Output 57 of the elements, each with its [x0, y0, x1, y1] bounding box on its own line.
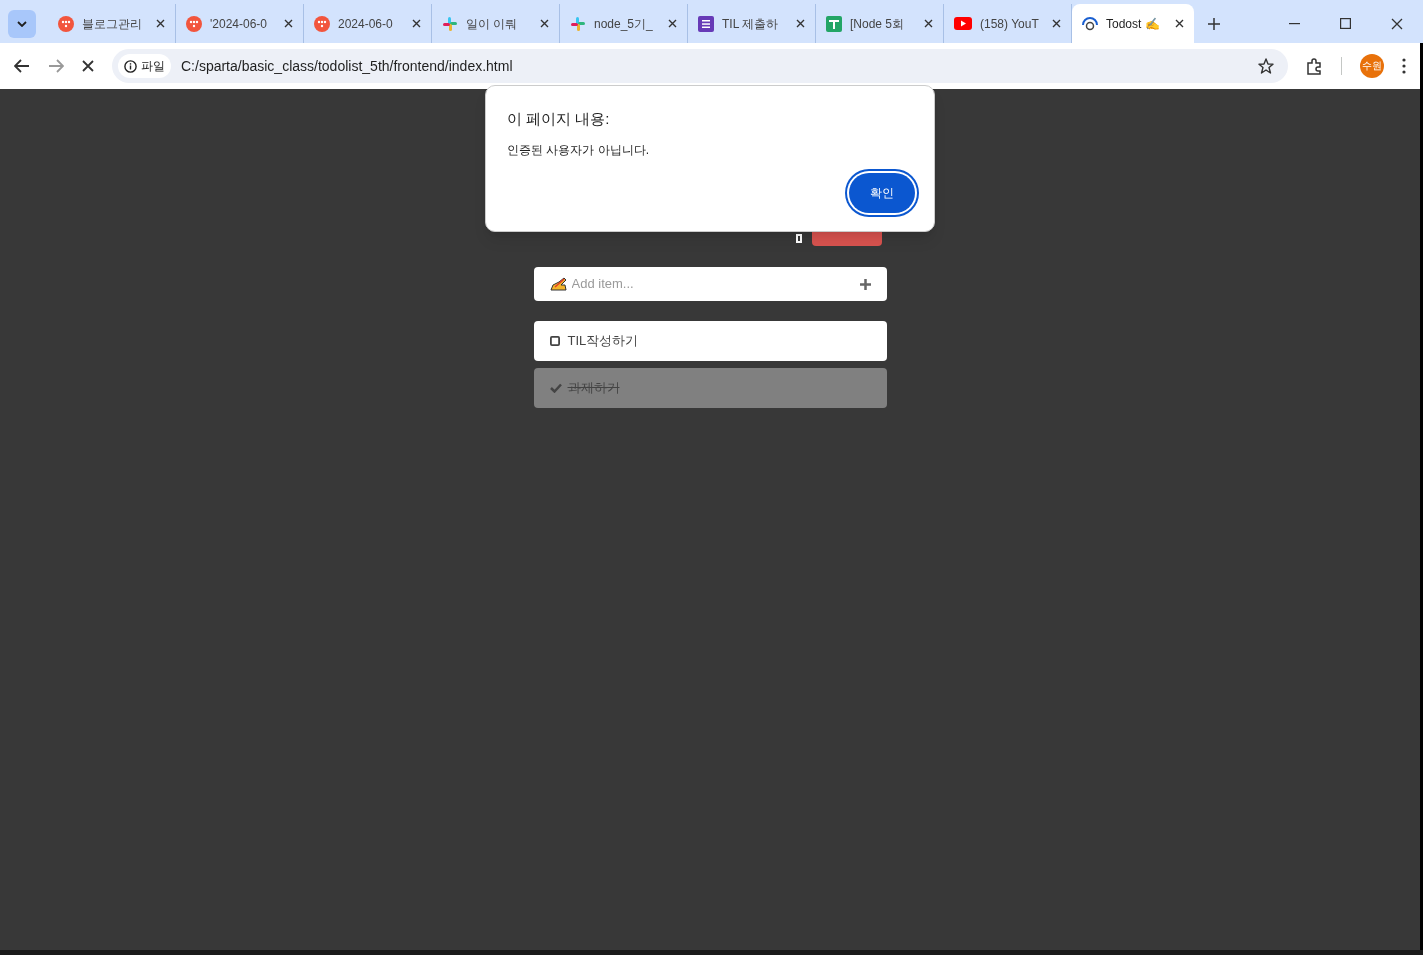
- eye-icon: [1082, 15, 1098, 32]
- site-icon: [58, 15, 74, 32]
- dialog-title: 이 페이지 내용:: [507, 109, 611, 129]
- scheme-label: 파일: [141, 58, 165, 75]
- star-icon[interactable]: [1258, 58, 1274, 74]
- stop-icon[interactable]: [82, 60, 94, 72]
- tab-title: '2024-06-0: [210, 15, 268, 33]
- forward-arrow-icon[interactable]: [48, 59, 64, 73]
- hash-logo-icon: [442, 15, 458, 32]
- chevron-down-icon: [17, 20, 27, 27]
- site-icon: [314, 15, 330, 32]
- list-icon: [698, 15, 714, 32]
- tab-title: 일이 이뤄: [466, 15, 519, 33]
- tab-title: 블로그관리: [82, 15, 143, 33]
- minimize-icon[interactable]: [1289, 22, 1300, 25]
- small-icon: [795, 234, 802, 243]
- tab-title: (158) YouT: [980, 15, 1040, 33]
- tab-title: [Node 5회: [850, 15, 906, 33]
- add-item-field[interactable]: Add item...: [533, 267, 887, 301]
- maximize-icon[interactable]: [1340, 18, 1351, 29]
- tab-title: Todost ✍: [1106, 15, 1161, 33]
- tab-title: TIL 제출하: [722, 15, 780, 33]
- site-icon: [186, 15, 202, 32]
- todo-item[interactable]: TIL작성하기: [533, 321, 887, 361]
- close-icon[interactable]: [1391, 17, 1403, 30]
- play-icon: [954, 17, 972, 30]
- dialog-message: 인증된 사용자가 아닙니다.: [507, 141, 650, 159]
- checkbox-icon[interactable]: [549, 336, 560, 346]
- site-info-chip[interactable]: 파일: [118, 54, 171, 78]
- tab-title: node_5기_: [594, 15, 654, 33]
- close-icon[interactable]: [796, 19, 805, 28]
- close-icon[interactable]: [668, 19, 677, 28]
- puzzle-icon[interactable]: [1306, 57, 1323, 75]
- tab-title: 2024-06-0: [338, 15, 394, 33]
- close-icon[interactable]: [540, 19, 549, 28]
- new-tab-icon[interactable]: [1208, 17, 1220, 30]
- todo-text: TIL작성하기: [567, 332, 639, 351]
- address-bar[interactable]: 파일 C:/sparta/basic_class/todolist_5th/frontend/index.html: [112, 49, 1288, 83]
- close-icon[interactable]: [1052, 19, 1061, 28]
- browser-tab[interactable]: Todost ✍: [1072, 4, 1194, 43]
- hash-logo-icon: [570, 15, 586, 32]
- writing-hand-icon: [549, 277, 568, 291]
- sheet-icon: [826, 15, 842, 32]
- close-icon[interactable]: [924, 19, 933, 28]
- plus-icon[interactable]: [859, 278, 871, 290]
- close-icon[interactable]: [1175, 19, 1184, 28]
- close-icon[interactable]: [284, 19, 293, 28]
- url-text: C:/sparta/basic_class/todolist_5th/frontend/index.html: [181, 56, 514, 76]
- back-arrow-icon[interactable]: [14, 59, 30, 73]
- tab-search-button[interactable]: [8, 9, 36, 38]
- info-icon: [124, 59, 137, 73]
- add-item-input[interactable]: Add item...: [571, 274, 856, 294]
- more-icon[interactable]: [1402, 58, 1406, 74]
- close-icon[interactable]: [412, 19, 421, 28]
- close-icon[interactable]: [156, 19, 165, 28]
- todo-text: 과제하기: [567, 379, 620, 398]
- check-icon: [549, 383, 562, 393]
